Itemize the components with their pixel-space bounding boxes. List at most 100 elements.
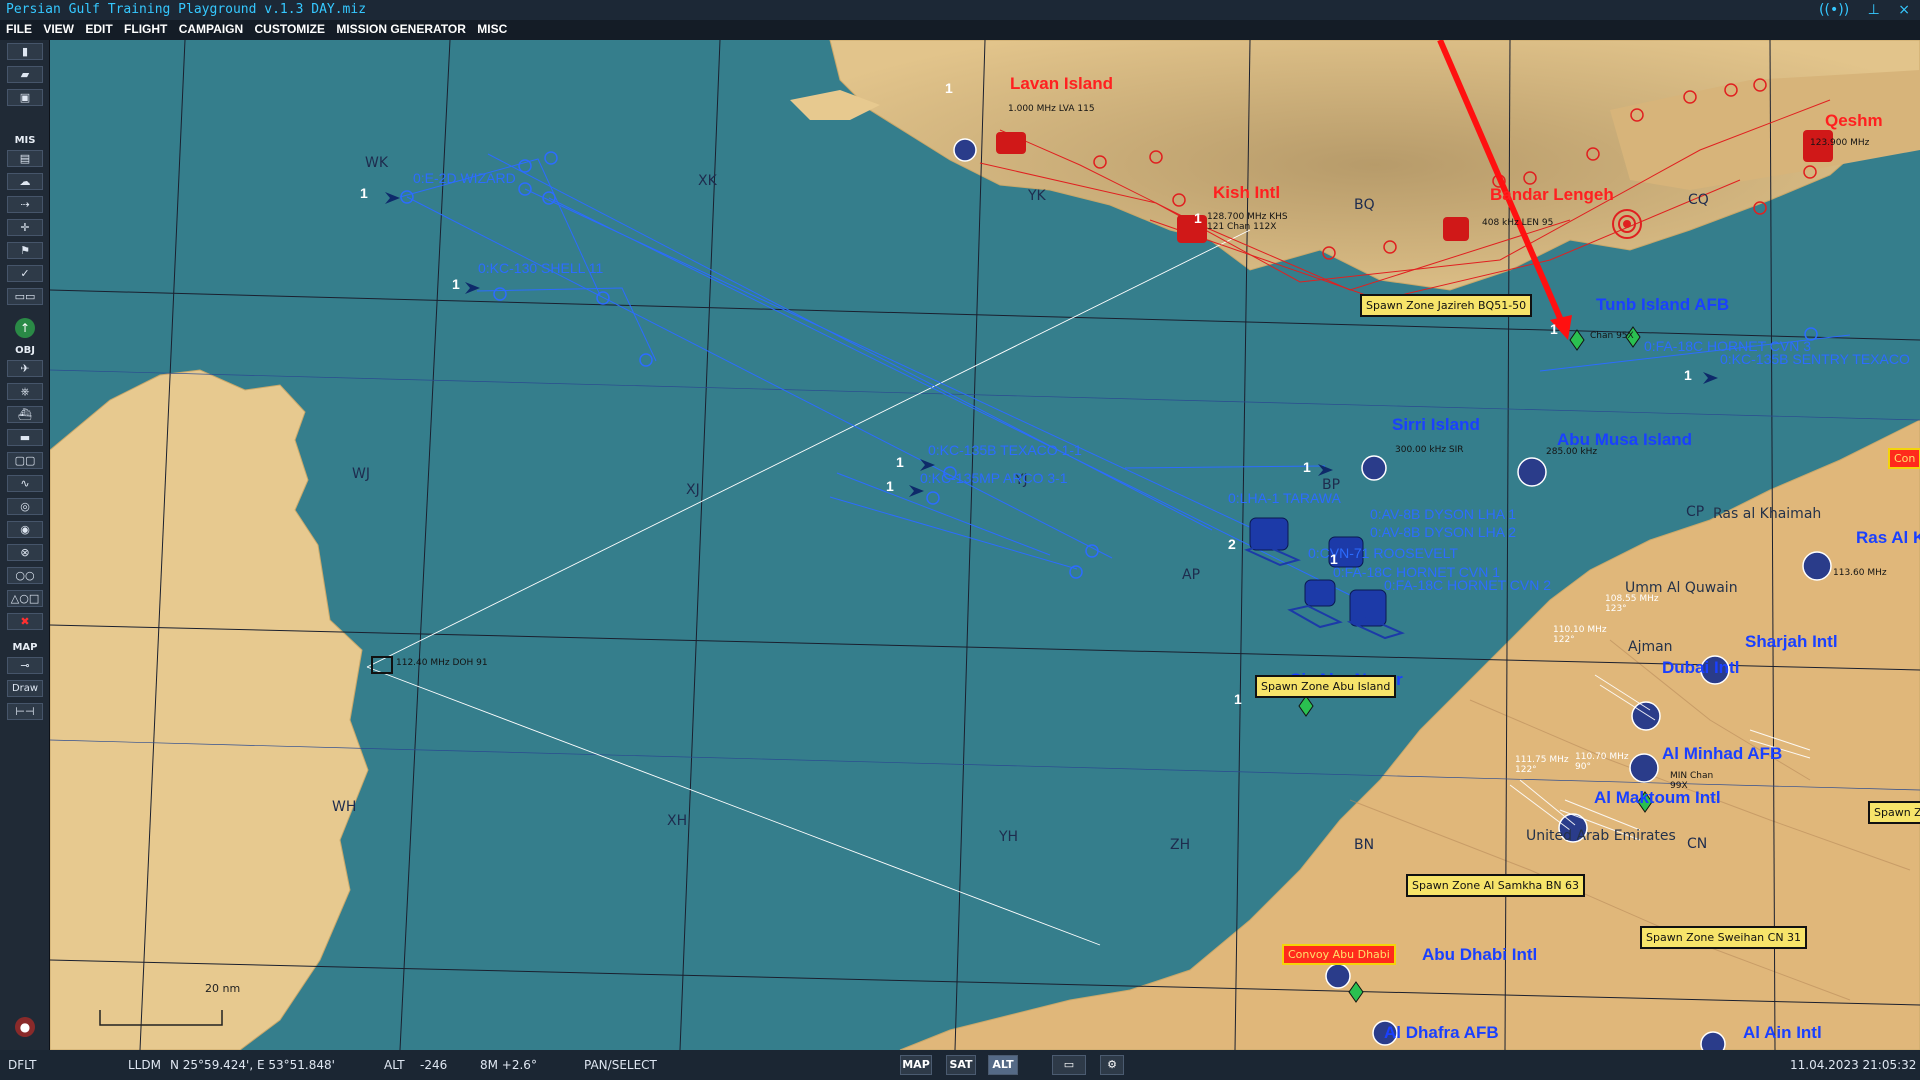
record-icon[interactable]: ● <box>15 1017 35 1037</box>
flight-label-fa18-2[interactable]: 0:FA-18C HORNET CVN 2 <box>1384 577 1551 593</box>
datetime: 11.04.2023 21:05:32 <box>1790 1058 1917 1072</box>
add-vehicle-button[interactable]: ▬ <box>7 429 43 446</box>
airbase-label-al-ain[interactable]: Al Ain Intl <box>1743 1023 1822 1043</box>
add-template-button[interactable]: ∿ <box>7 475 43 492</box>
airbase-label-lavan[interactable]: Lavan Island <box>1010 74 1113 94</box>
add-target-button[interactable]: ⊗ <box>7 544 43 561</box>
map-view[interactable]: WK XK YK BQ CQ WJ XJ YJ BP CP AP WH XH Y… <box>50 40 1920 1050</box>
flight-label-fa18-3[interactable]: 0:FA-18C HORNET CVN 3 <box>1644 338 1811 354</box>
delete-button[interactable]: ✖ <box>7 613 43 630</box>
window-title: Persian Gulf Training Playground v.1.3 D… <box>6 2 367 17</box>
freq-label-doh: 112.40 MHz DOH 91 <box>396 658 488 668</box>
map-mode-button[interactable]: MAP <box>900 1055 932 1075</box>
waypoint-number: 1 <box>886 478 894 494</box>
freq-bandar-lengeh: 408 kHz LEN 95 <box>1482 218 1554 228</box>
airbase-label-ras-al-khaimah[interactable]: Ras Al Khaimah <box>1856 528 1920 548</box>
waypoint-number: 1 <box>945 80 953 96</box>
alt-mode-button[interactable]: ALT <box>988 1055 1018 1075</box>
flight-label-kc135mp[interactable]: 0:KC-135MP ARCO 3-1 <box>920 470 1068 486</box>
convoy-abu-dhabi[interactable]: Convoy Abu Dhabi <box>1282 944 1396 965</box>
freq-label-d: 110.70 MHz 90° <box>1575 752 1629 772</box>
open-mission-button[interactable]: ▰ <box>7 66 43 83</box>
airbase-label-dubai[interactable]: Dubai Intl <box>1662 658 1739 678</box>
add-helicopter-button[interactable]: ⎈ <box>7 383 43 400</box>
airbase-label-bandar-lengeh[interactable]: Bandar Lengeh <box>1490 185 1614 205</box>
save-mission-button[interactable]: ▣ <box>7 89 43 106</box>
airbase-label-sirri[interactable]: Sirri Island <box>1392 415 1480 435</box>
grid-label-bn: BN <box>1354 837 1375 853</box>
scale-label: 20 nm <box>205 982 241 995</box>
add-zone-button[interactable]: ◎ <box>7 498 43 515</box>
signal-icon: ⊥ <box>1867 2 1880 18</box>
alt-label: ALT <box>384 1058 405 1072</box>
ruler-button[interactable]: ⊢⊣ <box>7 703 43 720</box>
map-options-button[interactable]: ⊸ <box>7 657 43 674</box>
flight-label-kc130[interactable]: 0:KC-130 SHELL 11 <box>478 260 603 276</box>
add-group-button[interactable]: ○○ <box>7 567 43 584</box>
new-mission-button[interactable]: ▮ <box>7 43 43 60</box>
layers-icon[interactable]: ▭ <box>1052 1055 1086 1075</box>
weather-button[interactable]: ☁ <box>7 173 43 190</box>
grid-label-cn: CN <box>1687 836 1708 852</box>
waypoint-number: 1 <box>1550 321 1558 337</box>
grid-label-yh: YH <box>999 829 1019 845</box>
flight-label-av8b-2[interactable]: 0:AV-8B DYSON LHA 2 <box>1370 524 1516 540</box>
menu-customize[interactable]: CUSTOMIZE <box>255 22 325 36</box>
spawn-zone-jazireh[interactable]: Spawn Zone Jazireh BQ51-50 <box>1360 294 1533 317</box>
spawn-zone-sweihan[interactable]: Spawn Zone Sweihan CN 31 <box>1640 926 1808 949</box>
up-arrow-icon[interactable]: ↑ <box>15 318 35 338</box>
triggers-button[interactable]: ▭▭ <box>7 288 43 305</box>
grid-label-xk: XK <box>698 173 717 189</box>
airbase-label-qeshm[interactable]: Qeshm <box>1825 111 1883 131</box>
grid-label-yk: YK <box>1028 188 1046 204</box>
airbase-label-tunb[interactable]: Tunb Island AFB <box>1596 295 1729 315</box>
add-nav-point-button[interactable]: ◉ <box>7 521 43 538</box>
add-static-button[interactable]: ▢▢ <box>7 452 43 469</box>
airbase-label-al-maktoum[interactable]: Al Maktoum Intl <box>1594 788 1721 808</box>
close-icon[interactable]: × <box>1898 2 1910 18</box>
menu-misc[interactable]: MISC <box>477 22 507 36</box>
airbase-label-al-minhad[interactable]: Al Minhad AFB <box>1662 744 1782 764</box>
menu-campaign[interactable]: CAMPAIGN <box>179 22 243 36</box>
airbase-label-kish[interactable]: Kish Intl <box>1213 183 1280 203</box>
trigger-zone-button[interactable]: ✛ <box>7 219 43 236</box>
grid-label-cp: CP <box>1686 504 1705 520</box>
menu-file[interactable]: FILE <box>6 22 32 36</box>
qatar-landmass <box>50 369 369 1050</box>
convoy-east-1[interactable]: Con <box>1888 448 1920 469</box>
grid-label-wh: WH <box>332 799 357 815</box>
coord-system-label[interactable]: LLDM <box>128 1058 161 1072</box>
spawn-zone-abu-island[interactable]: Spawn Zone Abu Island <box>1255 675 1397 698</box>
alt-value: -246 <box>420 1058 448 1072</box>
flight-label-e2d[interactable]: 0:E-2D WIZARD <box>413 170 516 186</box>
freq-ras: 113.60 MHz <box>1833 568 1887 578</box>
menu-flight[interactable]: FLIGHT <box>124 22 167 36</box>
settings-icon[interactable]: ⚙ <box>1100 1055 1124 1075</box>
menu-view[interactable]: VIEW <box>43 22 74 36</box>
menu-edit[interactable]: EDIT <box>85 22 112 36</box>
grid-label-wj: WJ <box>352 466 370 482</box>
flight-label-lha1[interactable]: 0:LHA-1 TARAWA <box>1228 490 1341 506</box>
menu-mission-generator[interactable]: MISSION GENERATOR <box>336 22 466 36</box>
draw-button[interactable]: Draw <box>7 680 43 697</box>
airbase-label-abu-dhabi[interactable]: Abu Dhabi Intl <box>1422 945 1537 965</box>
add-ship-button[interactable]: ⛴ <box>7 406 43 423</box>
flight-label-av8b-1[interactable]: 0:AV-8B DYSON LHA 1 <box>1370 506 1516 522</box>
airbase-label-al-dhafra[interactable]: Al Dhafra AFB <box>1384 1023 1499 1043</box>
sat-mode-button[interactable]: SAT <box>946 1055 976 1075</box>
spawn-zone-east[interactable]: Spawn Z <box>1868 801 1920 824</box>
check-button[interactable]: ✓ <box>7 265 43 282</box>
profile-selector[interactable]: DFLT <box>8 1058 37 1072</box>
flight-label-kc135b[interactable]: 0:KC-135B TEXACO 1-1 <box>928 442 1082 458</box>
flag-button[interactable]: ⚑ <box>7 242 43 259</box>
grid-label-wk: WK <box>365 155 389 171</box>
airbase-label-sharjah[interactable]: Sharjah Intl <box>1745 632 1838 652</box>
shapes-button[interactable]: △○□ <box>7 590 43 607</box>
freq-label-a: 108.55 MHz 123° <box>1605 594 1659 614</box>
grid-label-xj: XJ <box>686 482 700 498</box>
add-plane-button[interactable]: ✈ <box>7 360 43 377</box>
route-button[interactable]: ⇢ <box>7 196 43 213</box>
spawn-zone-al-samkha[interactable]: Spawn Zone Al Samkha BN 63 <box>1406 874 1586 897</box>
waypoint-number: 1 <box>1684 367 1692 383</box>
briefing-button[interactable]: ▤ <box>7 150 43 167</box>
